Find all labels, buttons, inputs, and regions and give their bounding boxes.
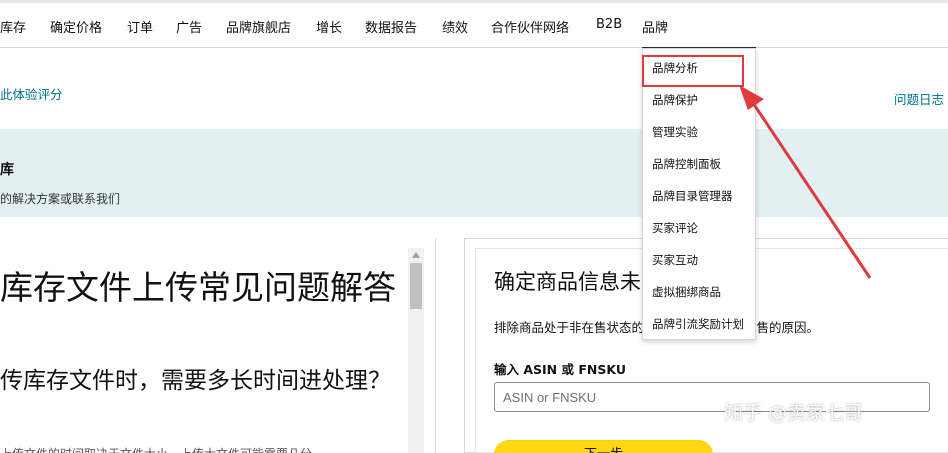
menu-item-virtual-bundles[interactable]: 虚拟捆绑商品: [652, 284, 721, 300]
nav-item-b2b[interactable]: B2B: [596, 17, 622, 32]
brands-dropdown-menu: 品牌分析 品牌保护 管理实验 品牌控制面板 品牌目录管理器 买家评论 买家互动 …: [642, 48, 756, 340]
faq-heading: 库存文件上传常见问题解答: [0, 268, 396, 307]
issue-log-link[interactable]: 问题日志: [894, 89, 944, 108]
nav-item-brands[interactable]: 品牌: [642, 17, 668, 36]
banner-title: 库: [0, 162, 14, 178]
nav-item-pricing[interactable]: 确定价格: [50, 17, 102, 36]
info-banner: 库 的解决方案或联系我们: [0, 129, 948, 217]
faq-scrollbar-thumb[interactable]: [410, 263, 422, 309]
menu-item-brand-referral-bonus[interactable]: 品牌引流奖励计划: [652, 316, 744, 332]
nav-item-performance[interactable]: 绩效: [442, 17, 468, 36]
highlight-box: [642, 55, 744, 87]
faq-panel: 库存文件上传常见问题解答 传库存文件时，需要多长时间进处理？ 上传文件的时间取决…: [0, 238, 436, 453]
asin-input[interactable]: [494, 382, 930, 412]
asin-input-label: 输入 ASIN 或 FNSKU: [494, 362, 626, 377]
scroll-up-arrow-icon[interactable]: [412, 252, 420, 258]
nav-item-advertising[interactable]: 广告: [176, 17, 202, 36]
next-button[interactable]: 下一步: [494, 440, 713, 453]
faq-question: 传库存文件时，需要多长时间进处理？: [0, 368, 391, 394]
nav-item-inventory[interactable]: 库存: [0, 17, 26, 36]
screenshot-root: 库存 确定价格 订单 广告 品牌旗舰店 增长 数据报告 绩效 合作伙伴网络 B2…: [0, 0, 948, 453]
nav-item-growth[interactable]: 增长: [316, 17, 342, 36]
banner-text: 的解决方案或联系我们: [0, 192, 121, 206]
menu-item-customer-engagement[interactable]: 买家互动: [652, 252, 698, 268]
faq-answer-text: 上传文件的时间取决于文件大小，上传大文件可能需要几分: [0, 445, 400, 453]
top-navigation-bar: 库存 确定价格 订单 广告 品牌旗舰店 增长 数据报告 绩效 合作伙伴网络 B2…: [0, 0, 948, 50]
nav-item-reports[interactable]: 数据报告: [365, 17, 417, 36]
menu-item-brand-dashboard[interactable]: 品牌控制面板: [652, 156, 721, 172]
menu-item-brand-catalog-manager[interactable]: 品牌目录管理器: [652, 188, 733, 204]
menu-item-manage-experiments[interactable]: 管理实验: [652, 124, 698, 140]
nav-item-partner-network[interactable]: 合作伙伴网络: [491, 17, 569, 36]
nav-item-orders[interactable]: 订单: [127, 17, 153, 36]
experience-rating-link[interactable]: 此体验评分: [0, 84, 63, 103]
watermark-text: 知乎 @卖家七哥: [724, 402, 864, 424]
menu-item-brand-protection[interactable]: 品牌保护: [652, 92, 698, 108]
nav-item-brand-store[interactable]: 品牌旗舰店: [226, 17, 291, 36]
menu-item-customer-reviews[interactable]: 买家评论: [652, 220, 698, 236]
